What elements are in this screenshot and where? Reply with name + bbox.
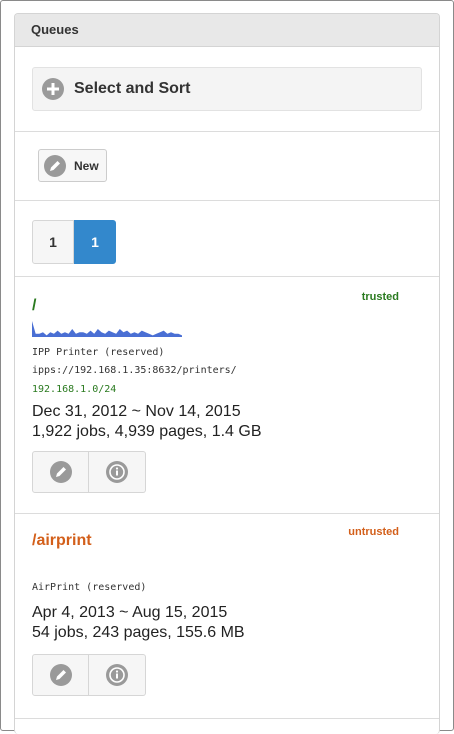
- page-button-1[interactable]: 1: [32, 220, 74, 264]
- new-section: New: [15, 132, 439, 201]
- panel-title: Queues: [15, 14, 439, 47]
- queue-name-link[interactable]: /: [32, 297, 36, 315]
- edit-queue-button[interactable]: [32, 654, 89, 696]
- select-and-sort-label: Select and Sort: [74, 80, 191, 97]
- select-sort-section: Select and Sort: [15, 47, 439, 132]
- usage-stats: 1,922 jobs, 4,939 pages, 1.4 GB: [32, 423, 262, 440]
- queue-item: /airprint untrusted AirPrint (reserved) …: [15, 514, 439, 719]
- queue-item: / trusted IPP Printer (reserved) ipps://…: [15, 277, 439, 514]
- queues-panel: Queues Select and Sort New 1 1 / trusted: [14, 13, 440, 734]
- new-label: New: [74, 158, 99, 173]
- queue-name-link[interactable]: /airprint: [32, 532, 92, 550]
- allowed-network: 192.168.1.0/24: [32, 384, 117, 395]
- pagination-section: 1 1: [15, 201, 439, 277]
- new-queue-button[interactable]: New: [38, 149, 107, 182]
- page-button-current[interactable]: 1: [74, 220, 116, 264]
- queue-status: trusted: [361, 291, 399, 303]
- pencil-icon: [49, 461, 72, 483]
- queue-actions: [32, 654, 146, 696]
- pagination: 1 1: [32, 220, 116, 264]
- printer-uri: ipps://192.168.1.35:8632/printers/: [32, 365, 237, 376]
- queue-info-button[interactable]: [89, 451, 146, 493]
- pencil-icon: [49, 664, 72, 686]
- sparkline-area: [32, 321, 182, 337]
- queue-actions: [32, 451, 146, 493]
- date-range: Apr 4, 2013 ~ Aug 15, 2015: [32, 604, 228, 621]
- queue-status: untrusted: [348, 526, 399, 538]
- info-icon: [106, 664, 128, 686]
- printer-description: IPP Printer (reserved): [32, 347, 165, 358]
- info-icon: [106, 461, 128, 483]
- usage-stats: 54 jobs, 243 pages, 155.6 MB: [32, 624, 245, 641]
- edit-queue-button[interactable]: [32, 451, 89, 493]
- date-range: Dec 31, 2012 ~ Nov 14, 2015: [32, 403, 241, 420]
- activity-sparkline: [32, 321, 182, 337]
- pencil-icon: [44, 154, 66, 177]
- printer-description: AirPrint (reserved): [32, 582, 147, 593]
- queue-info-button[interactable]: [89, 654, 146, 696]
- plus-icon: [42, 78, 64, 100]
- select-and-sort-button[interactable]: Select and Sort: [32, 67, 422, 111]
